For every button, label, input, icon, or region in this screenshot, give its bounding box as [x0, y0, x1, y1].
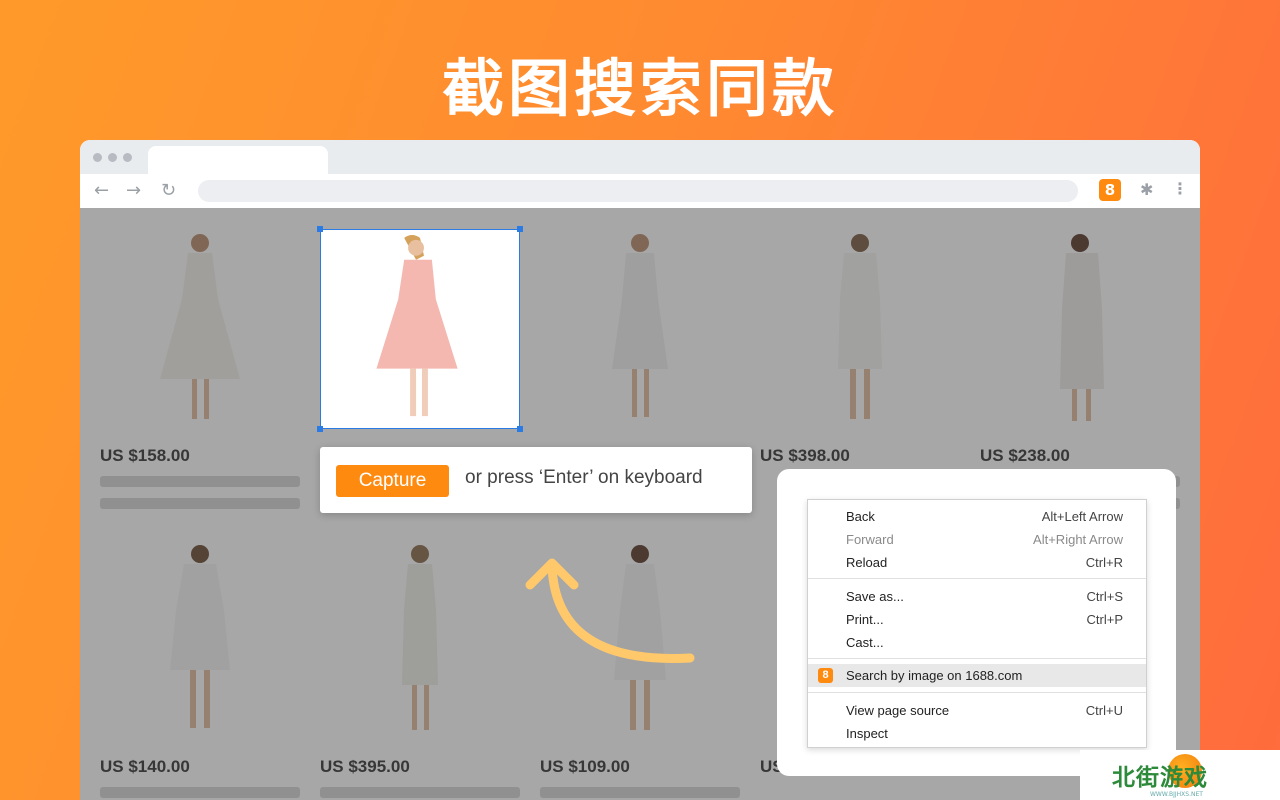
menu-item-cast[interactable]: Cast... — [808, 631, 1146, 654]
capture-toolbar: Capture or press ‘Enter’ on keyboard — [320, 447, 752, 513]
watermark-url: WWW.BJJHXS.NET — [1150, 791, 1203, 798]
window-controls — [93, 153, 132, 162]
address-bar[interactable] — [198, 180, 1078, 202]
page-content: US $158.00 US $398.00 US $238.00 US $140… — [80, 208, 1200, 800]
menu-item-save-as[interactable]: Save as... Ctrl+S — [808, 585, 1146, 608]
watermark-text: 北街游戏 — [1112, 765, 1208, 791]
resize-handle[interactable] — [517, 226, 523, 232]
extensions-puzzle-icon[interactable]: ✱ — [1140, 180, 1153, 199]
menu-item-inspect[interactable]: Inspect — [808, 722, 1146, 745]
menu-item-search-by-image[interactable]: 8 Search by image on 1688.com — [808, 664, 1146, 687]
menu-item-reload[interactable]: Reload Ctrl+R — [808, 551, 1146, 574]
menu-separator — [808, 692, 1146, 693]
context-menu: Back Alt+Left Arrow Forward Alt+Right Ar… — [807, 499, 1147, 748]
curved-arrow-icon — [525, 558, 695, 663]
reload-icon[interactable]: ↻ — [161, 180, 176, 201]
browser-window: ← → ↻ 8 ✱ ⋮ US $158.00 US $398.00 US $23… — [80, 140, 1200, 800]
menu-item-forward: Forward Alt+Right Arrow — [846, 532, 1123, 547]
context-menu-card: Back Alt+Left Arrow Forward Alt+Right Ar… — [777, 469, 1176, 776]
capture-selection[interactable] — [317, 226, 523, 432]
back-arrow-icon[interactable]: ← — [94, 180, 109, 201]
resize-handle[interactable] — [517, 426, 523, 432]
resize-handle[interactable] — [317, 226, 323, 232]
browser-tab[interactable] — [148, 146, 328, 174]
menu-item-view-source[interactable]: View page source Ctrl+U — [808, 699, 1146, 722]
close-window-dot[interactable] — [93, 153, 102, 162]
maximize-window-dot[interactable] — [123, 153, 132, 162]
menu-item-print[interactable]: Print... Ctrl+P — [808, 608, 1146, 631]
browser-menu-icon[interactable]: ⋮ — [1172, 179, 1188, 198]
forward-arrow-icon[interactable]: → — [126, 180, 141, 201]
1688-icon: 8 — [818, 668, 833, 683]
watermark: 北街游戏 WWW.BJJHXS.NET — [1080, 750, 1280, 800]
capture-hint: or press ‘Enter’ on keyboard — [465, 467, 703, 488]
tab-strip — [80, 140, 1200, 174]
menu-separator — [808, 658, 1146, 659]
minimize-window-dot[interactable] — [108, 153, 117, 162]
menu-separator — [808, 578, 1146, 579]
extension-1688-icon[interactable]: 8 — [1099, 179, 1121, 201]
page-headline: 截图搜索同款 — [441, 52, 838, 125]
capture-button[interactable]: Capture — [336, 465, 449, 497]
browser-toolbar: ← → ↻ 8 ✱ ⋮ — [80, 174, 1200, 208]
menu-item-back[interactable]: Back Alt+Left Arrow — [808, 505, 1146, 528]
resize-handle[interactable] — [317, 426, 323, 432]
selected-product-image — [376, 234, 458, 417]
